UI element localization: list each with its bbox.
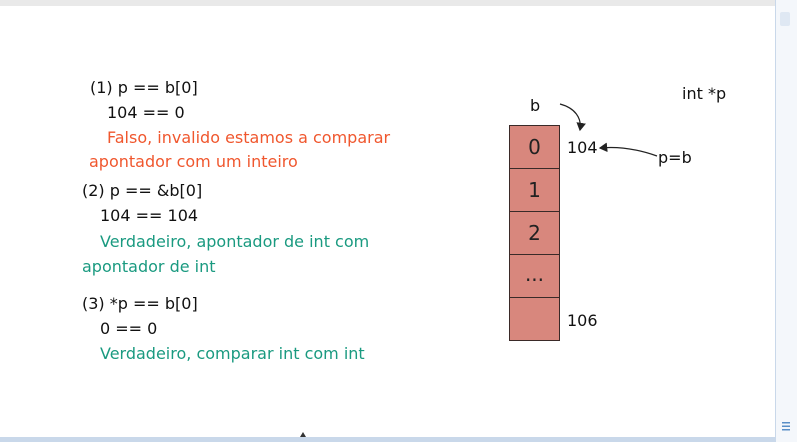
diagram-arrows	[559, 103, 658, 157]
right-scrollbar-thumb[interactable]	[780, 12, 790, 26]
bottom-scrollbar[interactable]	[0, 437, 776, 442]
pointer-to-address-arrow	[598, 142, 658, 157]
right-scrollbar[interactable]	[775, 0, 797, 442]
whiteboard-canvas: (1) p == b[0] 104 == 0 Falso, invalido e…	[0, 0, 797, 442]
array-to-address-arrow	[559, 103, 586, 132]
cursor-marker-icon	[300, 432, 306, 437]
list-icon[interactable]	[781, 420, 791, 432]
